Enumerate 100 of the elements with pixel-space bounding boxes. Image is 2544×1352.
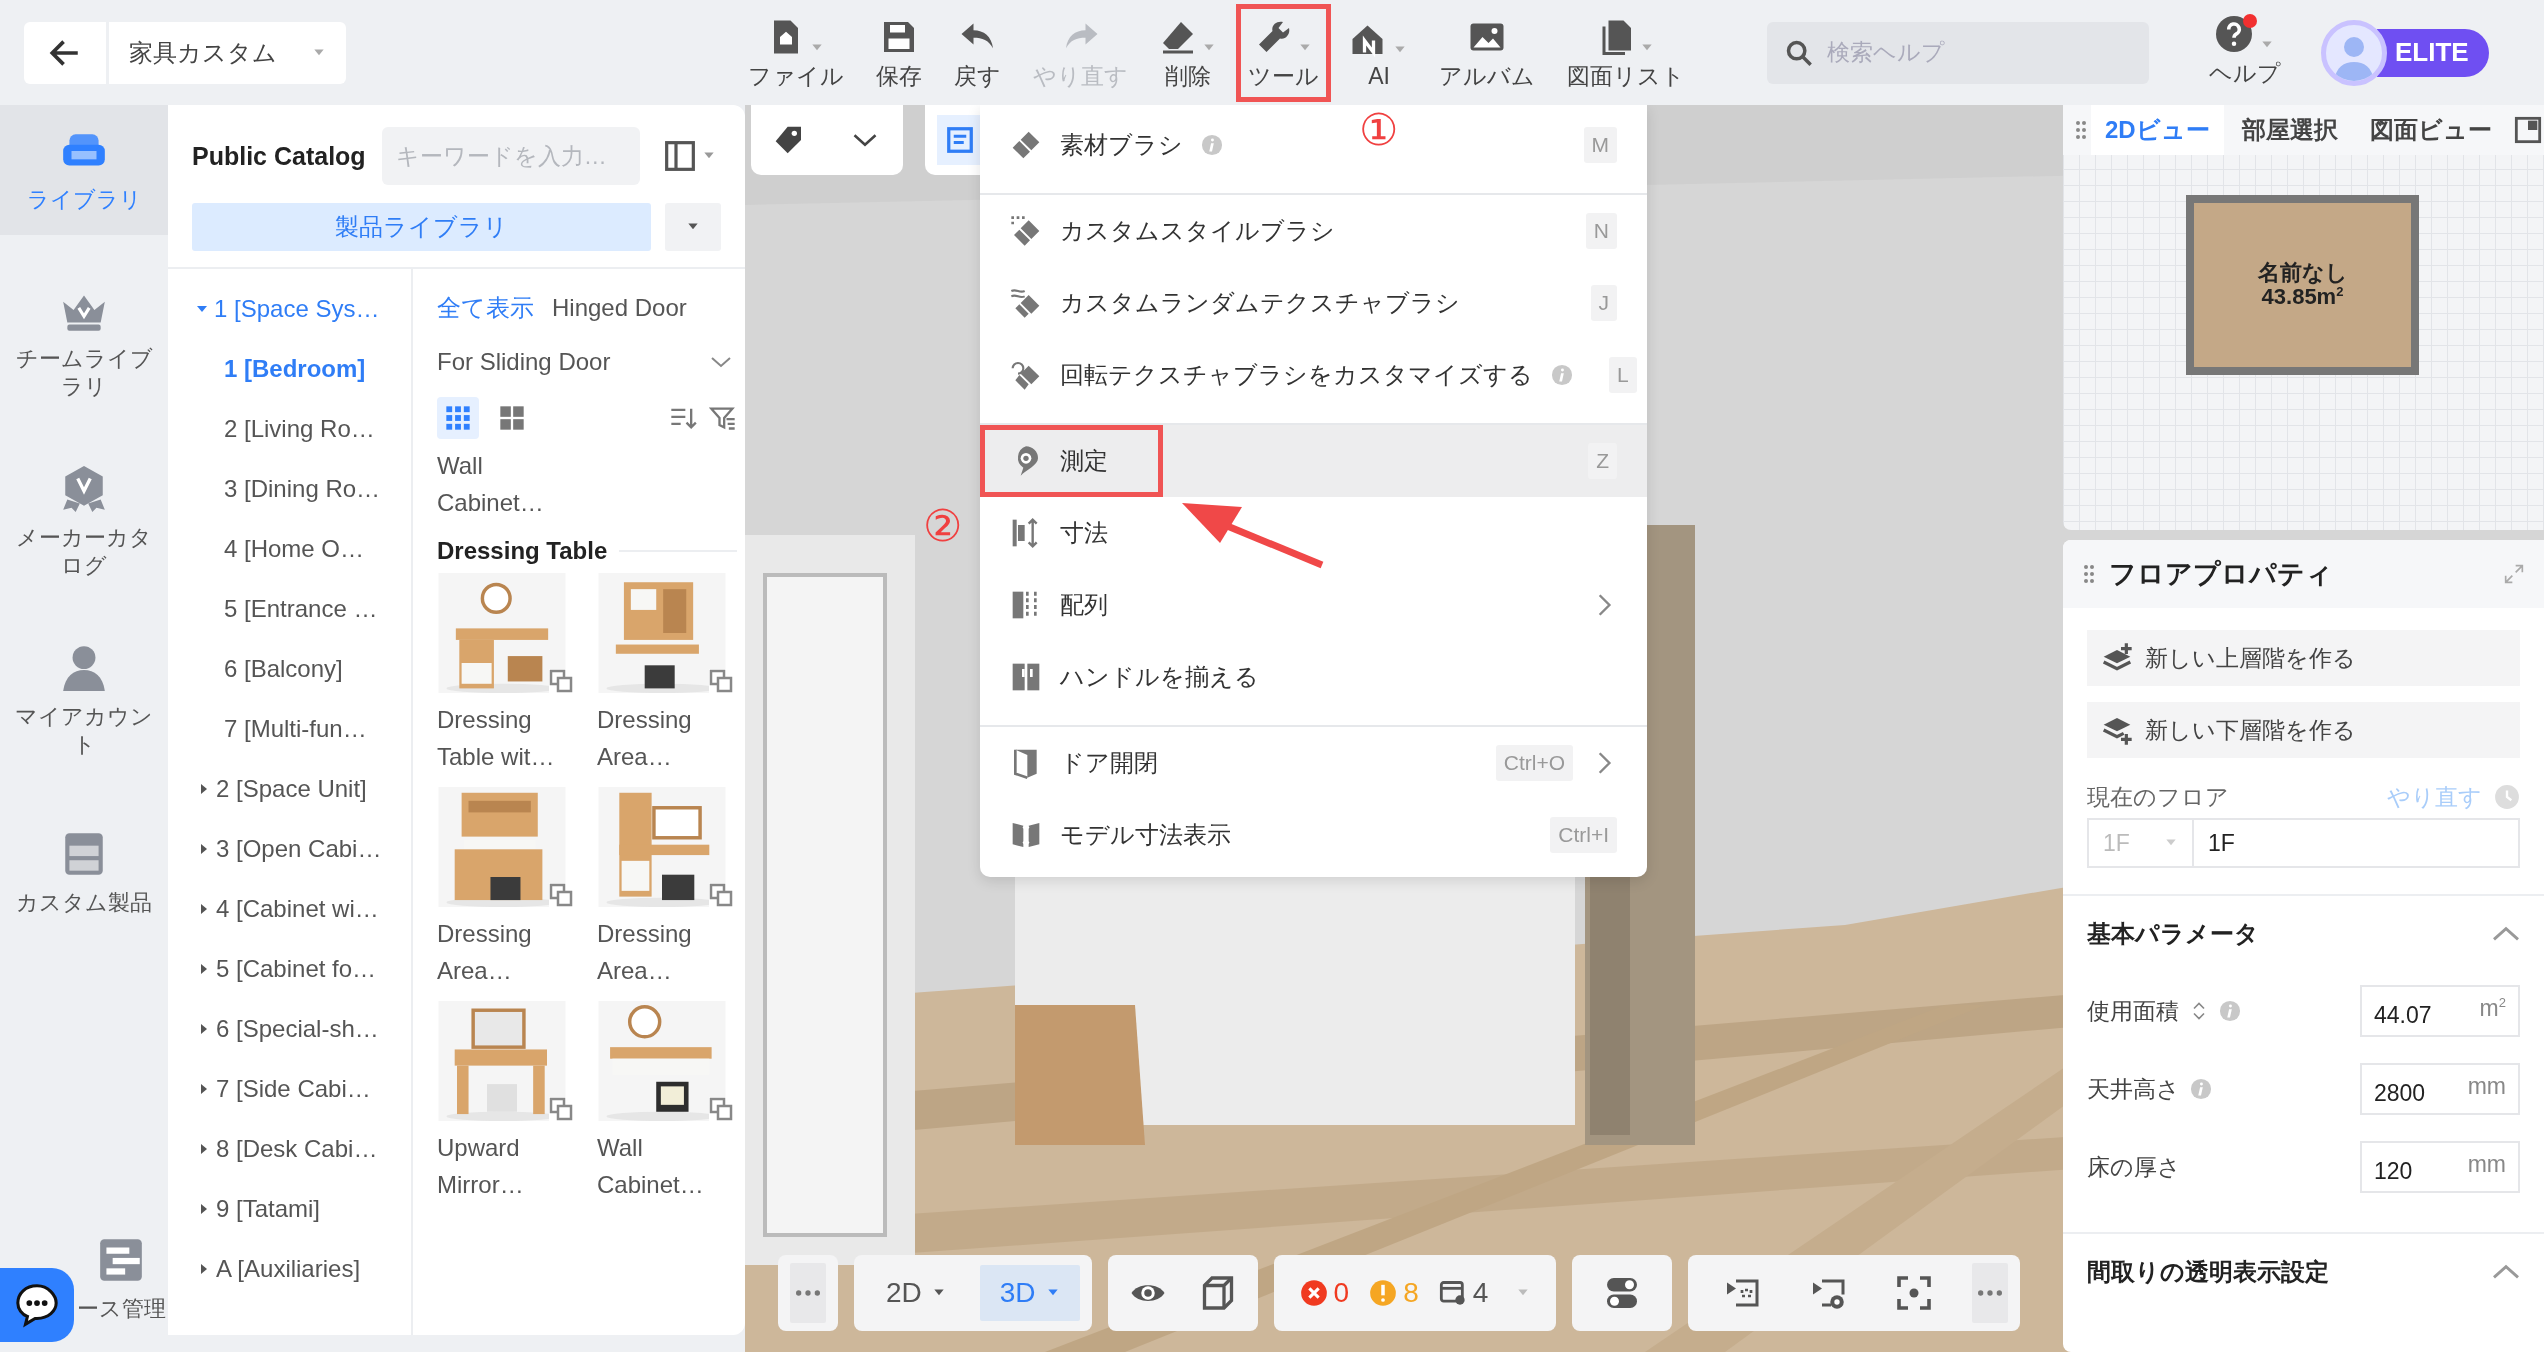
field-label: 天井高さ	[2087, 1074, 2180, 1104]
number-field[interactable]: 120 mm	[2360, 1141, 2520, 1193]
tree-item[interactable]: 1 [Space Sys…	[168, 279, 411, 339]
tree-item[interactable]: 5 [Cabinet fo…	[168, 939, 411, 999]
tree-item[interactable]: 2 [Space Unit]	[168, 759, 411, 819]
tree-item[interactable]: 5 [Entrance …	[168, 579, 411, 639]
view-mode-button[interactable]: 2D	[866, 1265, 966, 1321]
floor-name-field[interactable]: 1F	[2194, 818, 2520, 868]
tree-item[interactable]: 6 [Balcony]	[168, 639, 411, 699]
view-tab[interactable]: 2Dビュー	[2091, 105, 2224, 155]
product-name[interactable]: Wall Cabinet…	[597, 1129, 737, 1203]
menu-item[interactable]: 寸法	[980, 497, 1647, 569]
product-name[interactable]: Upward Mirror…	[437, 1129, 577, 1203]
menu-item[interactable]: カスタムスタイルブラシ N	[980, 195, 1647, 267]
section-title: 基本パラメータ	[2087, 919, 2259, 949]
sidebar-item[interactable]: ース管理	[74, 1214, 168, 1344]
panel-layout-button[interactable]	[663, 140, 716, 172]
sidebar-item[interactable]: カスタム製品	[0, 808, 168, 938]
tree-item[interactable]: 9 [Tatami]	[168, 1179, 411, 1239]
section-title: Dressing Table	[437, 537, 608, 565]
number-field[interactable]: 2800 mm	[2360, 1063, 2520, 1115]
more-icon	[1978, 1290, 2003, 1296]
room-area: 43.85m$^{2}$	[2261, 284, 2344, 310]
tree-item[interactable]: 2 [Living Ro…	[168, 399, 411, 459]
brush-icon	[1010, 215, 1042, 247]
field-label: 使用面積	[2087, 996, 2179, 1026]
tree-item[interactable]: A [Auxiliaries]	[168, 1239, 411, 1299]
toolbar-button[interactable]: アルバム	[1427, 3, 1547, 102]
sidebar-item[interactable]: メーカーカタログ	[0, 450, 168, 593]
grid-icon	[444, 404, 472, 432]
clock-icon	[2494, 784, 2520, 810]
product-name[interactable]: Wall Cabinet…	[437, 447, 577, 521]
product-name[interactable]: Dressing Table wit…	[437, 701, 577, 775]
shortcut-key: J	[1590, 285, 1617, 321]
plan-badge: ELITE	[2377, 28, 2489, 77]
menu-item[interactable]: ドア開閉 Ctrl+O	[980, 727, 1647, 799]
panel-layout-icon	[663, 140, 696, 172]
info-icon	[2219, 1000, 2241, 1022]
more-button[interactable]	[790, 1263, 826, 1323]
tree-item[interactable]: 7 [Multi-fun…	[168, 699, 411, 759]
create-floor-button[interactable]: 新しい上層階を作る	[2087, 630, 2520, 686]
toolbar-button[interactable]: 保存	[864, 3, 934, 102]
project-dropdown[interactable]: 家具カスタム	[109, 21, 346, 84]
tree-item[interactable]: 1 [Bedroom]	[168, 339, 411, 399]
search-field[interactable]: キーワードを入力…	[381, 127, 640, 185]
speech-bubble-icon	[14, 1282, 60, 1328]
tree-item[interactable]: 4 [Cabinet wi…	[168, 879, 411, 939]
filter-tab[interactable]: For Sliding Door	[437, 348, 611, 376]
help-button[interactable]: ヘルプ	[2209, 3, 2281, 102]
sidebar-item[interactable]: チームライブラリ	[0, 271, 168, 414]
back-button[interactable]	[24, 21, 106, 84]
copy-icon	[709, 669, 733, 693]
tree-item[interactable]: 3 [Open Cabi…	[168, 819, 411, 879]
tree-item[interactable]: 6 [Special-sh…	[168, 999, 411, 1059]
toolbar-button[interactable]: AI	[1339, 3, 1419, 102]
toolbar-button[interactable]: 戻す	[942, 3, 1013, 102]
view-tab[interactable]: 部屋選択	[2227, 105, 2352, 155]
menu-item[interactable]: 測定 Z	[980, 425, 1647, 497]
window-gear-icon	[1438, 1279, 1467, 1307]
expand-icon	[2504, 564, 2524, 584]
toolbar-button[interactable]: ファイル	[736, 3, 856, 102]
sidebar-item[interactable]: マイアカウント	[0, 629, 168, 772]
more-icon	[796, 1290, 820, 1296]
tree-item[interactable]: 3 [Dining Ro…	[168, 459, 411, 519]
create-floor-button[interactable]: 新しい下層階を作る	[2087, 702, 2520, 758]
copy-icon	[709, 883, 733, 907]
tree-item[interactable]: 4 [Home O…	[168, 519, 411, 579]
number-field[interactable]: 44.07 m$^{2}$	[2360, 985, 2520, 1037]
warning-icon	[1369, 1279, 1398, 1307]
filter-tab[interactable]: Hinged Door	[552, 294, 687, 322]
panel-title: フロアプロパティ	[2109, 558, 2333, 591]
chevron-up-icon[interactable]	[2492, 1264, 2520, 1280]
product-name[interactable]: Dressing Area…	[597, 701, 737, 775]
tree-item[interactable]: 8 [Desk Cabi…	[168, 1119, 411, 1179]
shortcut-key: Z	[1588, 443, 1617, 479]
search-field[interactable]: 検索ヘルプ	[1767, 21, 2149, 84]
menu-item[interactable]: ハンドルを揃える	[980, 641, 1647, 727]
view-tab[interactable]: 図面ビュー	[2355, 105, 2506, 155]
toolbar-button[interactable]: ツール	[1236, 3, 1331, 102]
menu-item[interactable]: カスタムランダムテクスチャブラシ J	[980, 267, 1647, 339]
warning-count: 8	[1403, 1277, 1419, 1309]
tree-item[interactable]: 7 [Side Cabi…	[168, 1059, 411, 1119]
view-toggle[interactable]	[437, 397, 479, 439]
shortcut-key: M	[1583, 127, 1617, 163]
chat-button[interactable]	[0, 1268, 74, 1342]
eraser-icon	[1160, 19, 1196, 55]
toolbar-button[interactable]: 削除	[1148, 3, 1228, 102]
product-name[interactable]: Dressing Area…	[597, 915, 737, 989]
toolbar-button[interactable]: 図面リスト	[1555, 3, 1697, 102]
error-icon	[1299, 1279, 1328, 1307]
filter-tab[interactable]: 全て表示	[437, 292, 534, 324]
shortcut-key: Ctrl+O	[1495, 745, 1573, 781]
list-button[interactable]	[937, 115, 983, 165]
question-icon	[2216, 16, 2252, 52]
more-button[interactable]	[1972, 1263, 2009, 1323]
product-name[interactable]: Dressing Area…	[437, 915, 577, 989]
menu-item[interactable]: 配列	[980, 569, 1647, 641]
brush-icon	[1010, 129, 1042, 161]
chevron-up-icon[interactable]	[2492, 926, 2520, 942]
menu-item[interactable]: モデル寸法表示 Ctrl+I	[980, 799, 1647, 871]
